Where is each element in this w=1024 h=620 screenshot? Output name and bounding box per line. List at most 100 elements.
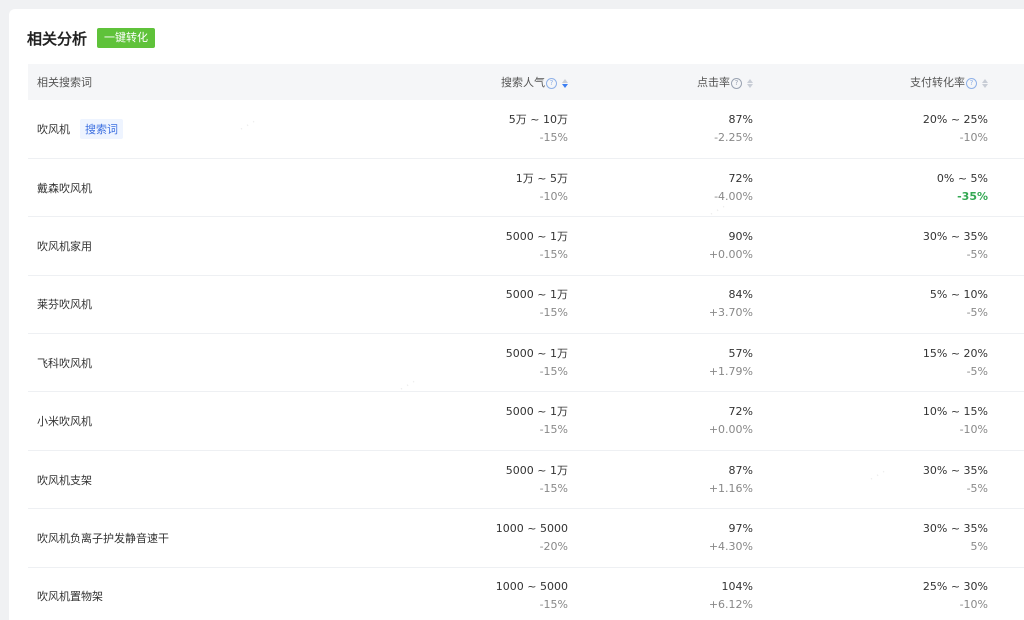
click-rate-cell: 72% -4.00% xyxy=(569,158,754,216)
click-rate-value: 87% xyxy=(728,112,753,126)
table-header-row: 相关搜索词 搜索人气? 点击率? 支付转化率? xyxy=(28,64,1024,100)
click-rate-change: -4.00% xyxy=(714,189,753,203)
keyword-text[interactable]: 戴森吹风机 xyxy=(37,182,92,195)
pay-rate-cell: 30% ~ 35% -5% xyxy=(754,450,989,508)
popularity-change: -15% xyxy=(539,364,568,378)
popularity-change: -10% xyxy=(539,189,568,203)
pay-rate-change: -5% xyxy=(966,306,988,320)
popularity-change: -15% xyxy=(539,247,568,261)
table-row[interactable]: 莱芬吹风机 5000 ~ 1万 -15% 84% +3.70% 5% ~ 10% -5% xyxy=(28,275,1024,334)
popularity-cell: 5000 ~ 1万 -15% xyxy=(448,450,569,508)
pay-rate-cell: 25% ~ 30% -10% xyxy=(754,567,989,620)
help-icon[interactable]: ? xyxy=(731,77,742,89)
click-rate-change: +0.00% xyxy=(708,423,753,437)
popularity-cell: 5000 ~ 1万 -15% xyxy=(448,392,569,450)
column-header-pay-rate[interactable]: 支付转化率? xyxy=(754,64,989,100)
help-icon[interactable]: ? xyxy=(966,77,977,89)
pay-rate-value: 0% ~ 5% xyxy=(936,171,988,185)
popularity-value: 5000 ~ 1万 xyxy=(505,463,568,477)
popularity-cell: 5000 ~ 1万 -15% xyxy=(448,217,569,275)
pay-rate-change: -10% xyxy=(959,598,988,612)
pay-rate-value: 15% ~ 20% xyxy=(922,346,988,360)
pay-rate-cell: 30% ~ 35% 5% xyxy=(754,509,989,567)
keyword-text[interactable]: 吹风机家用 xyxy=(37,240,92,253)
keyword-text[interactable]: 吹风机置物架 xyxy=(37,590,103,603)
click-rate-cell: 84% +3.70% xyxy=(569,275,754,333)
keyword-text[interactable]: 飞科吹风机 xyxy=(37,357,92,370)
related-keywords-table: 相关搜索词 搜索人气? 点击率? 支付转化率? 吹风机 搜索词 5万 ~ 10万 -1… xyxy=(28,64,1024,620)
column-header-popularity-label: 搜索人气 xyxy=(501,76,545,89)
pay-rate-value: 30% ~ 35% xyxy=(922,521,988,535)
popularity-value: 5000 ~ 1万 xyxy=(505,288,568,302)
keyword-cell: 莱芬吹风机 xyxy=(28,275,448,333)
pay-rate-change: -5% xyxy=(966,247,988,261)
table-row[interactable]: 吹风机支架 5000 ~ 1万 -15% 87% +1.16% 30% ~ 35% -5% xyxy=(28,450,1024,509)
pay-rate-value: 10% ~ 15% xyxy=(922,405,988,419)
click-rate-change: +6.12% xyxy=(708,598,753,612)
click-rate-cell: 87% -2.25% xyxy=(569,100,754,158)
pay-rate-cell: 20% ~ 25% -10% xyxy=(754,100,989,158)
section-header: 相关分析 一键转化 xyxy=(27,27,156,49)
click-rate-value: 104% xyxy=(721,580,753,594)
popularity-value: 5000 ~ 1万 xyxy=(505,229,568,243)
pay-rate-value: 5% ~ 10% xyxy=(929,288,988,302)
sort-icon[interactable] xyxy=(562,78,568,88)
pay-rate-cell: 0% ~ 5% -35% xyxy=(754,158,989,216)
table-row[interactable]: 吹风机负离子护发静音速干 1000 ~ 5000 -20% 97% +4.30% 30% … xyxy=(28,509,1024,568)
click-rate-cell: 97% +4.30% xyxy=(569,509,754,567)
pay-rate-change: -10% xyxy=(959,423,988,437)
keyword-text[interactable]: 小米吹风机 xyxy=(37,415,92,428)
popularity-value: 1万 ~ 5万 xyxy=(515,171,568,185)
keyword-text[interactable]: 吹风机支架 xyxy=(37,474,92,487)
popularity-value: 1000 ~ 5000 xyxy=(495,521,568,535)
sort-icon[interactable] xyxy=(747,78,753,88)
keyword-cell: 吹风机负离子护发静音速干 xyxy=(28,509,448,567)
click-rate-cell: 72% +0.00% xyxy=(569,392,754,450)
pay-rate-value: 30% ~ 35% xyxy=(922,463,988,477)
table-row[interactable]: 吹风机家用 5000 ~ 1万 -15% 90% +0.00% 30% ~ 35% -5% xyxy=(28,217,1024,276)
pay-rate-value: 20% ~ 25% xyxy=(922,112,988,126)
keyword-cell: 吹风机置物架 xyxy=(28,567,448,620)
keyword-cell: 吹风机支架 xyxy=(28,450,448,508)
click-rate-change: -2.25% xyxy=(714,130,753,144)
click-rate-value: 90% xyxy=(728,229,753,243)
sort-icon[interactable] xyxy=(982,78,988,88)
click-rate-cell: 104% +6.12% xyxy=(569,567,754,620)
keyword-cell: 小米吹风机 xyxy=(28,392,448,450)
pay-rate-change: -10% xyxy=(959,130,988,144)
click-rate-value: 84% xyxy=(728,288,753,302)
popularity-cell: 5000 ~ 1万 -15% xyxy=(448,275,569,333)
column-header-pay-rate-label: 支付转化率 xyxy=(910,76,965,89)
column-header-click-rate[interactable]: 点击率? xyxy=(569,64,754,100)
table-row[interactable]: 飞科吹风机 5000 ~ 1万 -15% 57% +1.79% 15% ~ 20% -5% xyxy=(28,334,1024,392)
pay-rate-value: 25% ~ 30% xyxy=(922,580,988,594)
popularity-change: -20% xyxy=(539,539,568,553)
table-row[interactable]: 吹风机置物架 1000 ~ 5000 -15% 104% +6.12% 25% ~ 30%… xyxy=(28,567,1024,620)
keyword-cell: 吹风机家用 xyxy=(28,217,448,275)
keyword-text[interactable]: 莱芬吹风机 xyxy=(37,298,92,311)
keyword-text[interactable]: 吹风机负离子护发静音速干 xyxy=(37,532,169,545)
popularity-cell: 5万 ~ 10万 -15% xyxy=(448,100,569,158)
pay-rate-change: 5% xyxy=(970,539,988,553)
column-header-popularity[interactable]: 搜索人气? xyxy=(448,64,569,100)
popularity-change: -15% xyxy=(539,423,568,437)
popularity-change: -15% xyxy=(539,306,568,320)
popularity-cell: 1000 ~ 5000 -15% xyxy=(448,567,569,620)
column-header-click-rate-label: 点击率 xyxy=(697,76,730,89)
pay-rate-change: -5% xyxy=(966,481,988,495)
popularity-value: 5万 ~ 10万 xyxy=(508,112,568,126)
one-click-convert-button[interactable]: 一键转化 xyxy=(97,28,156,48)
click-rate-change: +1.79% xyxy=(708,364,753,378)
pay-rate-value: 30% ~ 35% xyxy=(922,229,988,243)
table-row[interactable]: 吹风机 搜索词 5万 ~ 10万 -15% 87% -2.25% 20% ~ 25% -10% xyxy=(28,100,1024,159)
keyword-cell: 戴森吹风机 xyxy=(28,158,448,216)
popularity-value: 1000 ~ 5000 xyxy=(495,580,568,594)
keyword-text[interactable]: 吹风机 xyxy=(37,123,70,136)
table-row[interactable]: 戴森吹风机 1万 ~ 5万 -10% 72% -4.00% 0% ~ 5% -35% xyxy=(28,158,1024,217)
table-row[interactable]: 小米吹风机 5000 ~ 1万 -15% 72% +0.00% 10% ~ 15% -10% xyxy=(28,392,1024,451)
keyword-cell: 飞科吹风机 xyxy=(28,334,448,392)
pay-rate-change: -5% xyxy=(966,364,988,378)
click-rate-value: 57% xyxy=(728,346,753,360)
pay-rate-cell: 30% ~ 35% -5% xyxy=(754,217,989,275)
help-icon[interactable]: ? xyxy=(546,77,557,89)
